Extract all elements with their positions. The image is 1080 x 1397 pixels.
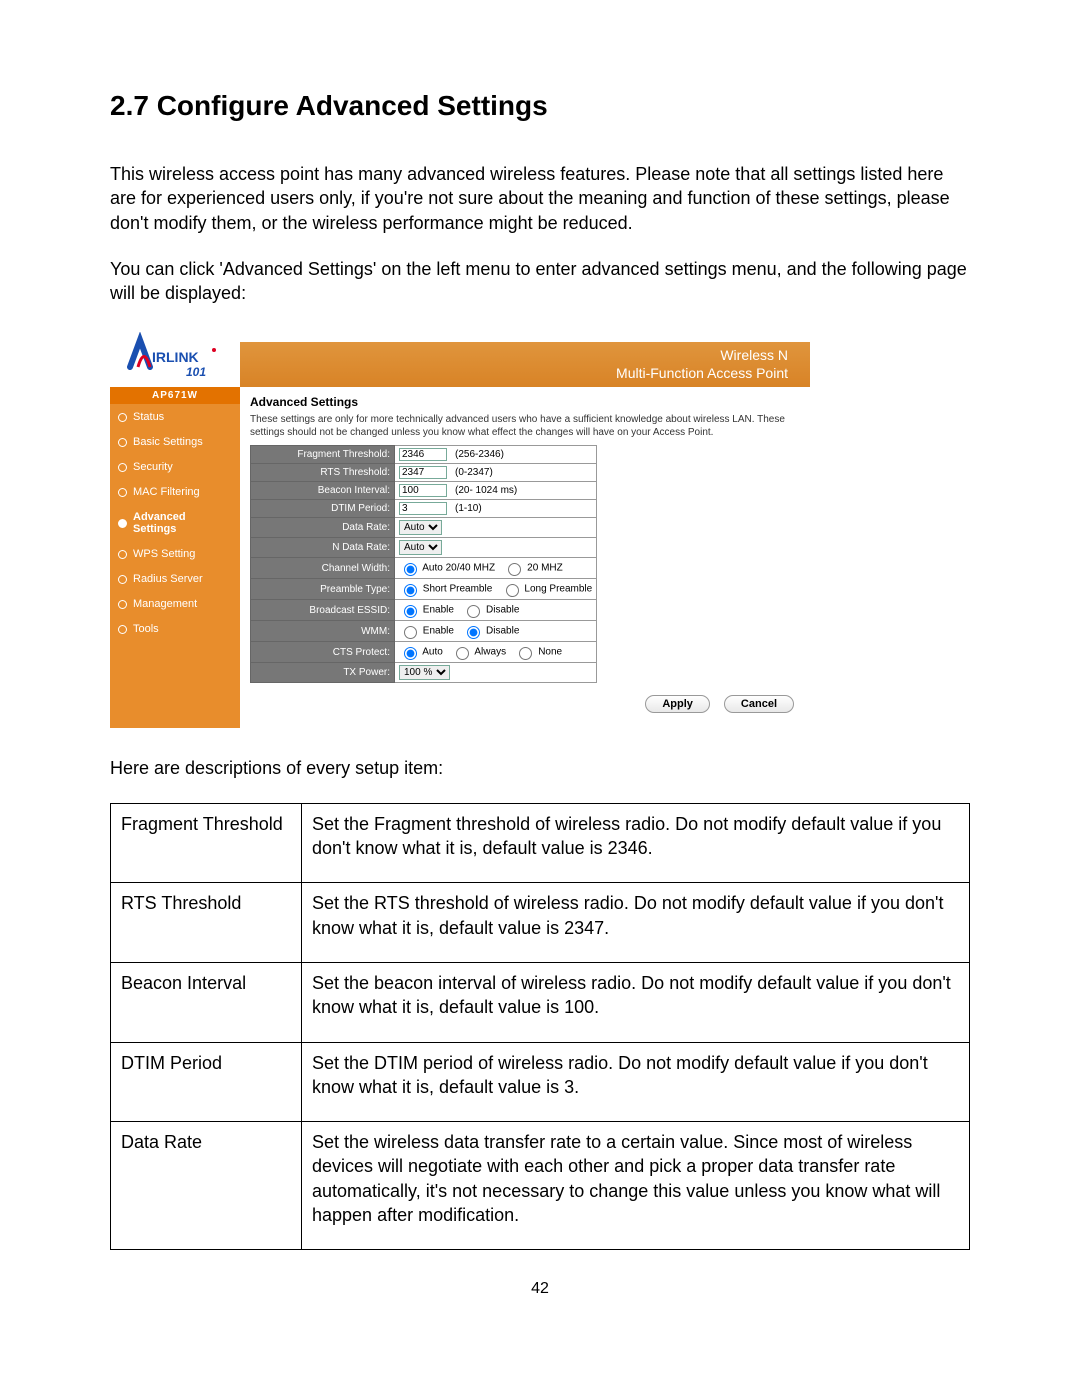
beacon-interval-hint: (20- 1024 ms) (455, 485, 517, 496)
sidebar-item-basic-settings[interactable]: Basic Settings (110, 429, 240, 454)
cts-none-radio[interactable] (519, 647, 532, 660)
desc-item-text: Set the RTS threshold of wireless radio.… (302, 883, 970, 963)
broadcast-essid-disable-radio[interactable] (467, 605, 480, 618)
tx-power-select[interactable]: 100 % (399, 665, 450, 680)
dtim-period-input[interactable] (399, 502, 447, 515)
header-line1: Wireless N (616, 346, 788, 364)
table-row: RTS Threshold Set the RTS threshold of w… (111, 883, 970, 963)
data-rate-select[interactable]: Auto (399, 520, 442, 535)
preamble-long-radio[interactable] (506, 584, 519, 597)
svg-text:IRLINK: IRLINK (152, 349, 199, 365)
rts-threshold-hint: (0-2347) (455, 467, 493, 478)
beacon-interval-label: Beacon Interval: (251, 482, 395, 500)
table-row: DTIM Period Set the DTIM period of wirel… (111, 1042, 970, 1122)
table-row: Data Rate Set the wireless data transfer… (111, 1122, 970, 1250)
model-label: AP671W (110, 387, 240, 404)
broadcast-essid-label: Broadcast ESSID: (251, 600, 395, 621)
broadcast-essid-enable-radio[interactable] (404, 605, 417, 618)
section-heading: 2.7 Configure Advanced Settings (110, 90, 970, 122)
sidebar-item-mac-filtering[interactable]: MAC Filtering (110, 479, 240, 504)
sidebar: AP671W Status Basic Settings Security MA… (110, 387, 240, 728)
intro-paragraph-2: You can click 'Advanced Settings' on the… (110, 257, 970, 306)
desc-item-name: Beacon Interval (111, 962, 302, 1042)
brand-logo: IRLINK 101 (110, 327, 240, 387)
table-row: Beacon Interval Set the beacon interval … (111, 962, 970, 1042)
preamble-short-radio[interactable] (404, 584, 417, 597)
sidebar-item-wps-setting[interactable]: WPS Setting (110, 541, 240, 566)
channel-width-label: Channel Width: (251, 558, 395, 579)
n-data-rate-select[interactable]: Auto (399, 540, 442, 555)
description-table: Fragment Threshold Set the Fragment thre… (110, 803, 970, 1251)
dtim-period-hint: (1-10) (455, 503, 482, 514)
wmm-label: WMM: (251, 621, 395, 642)
desc-item-text: Set the wireless data transfer rate to a… (302, 1122, 970, 1250)
channel-width-20-radio[interactable] (508, 563, 521, 576)
fragment-threshold-hint: (256-2346) (455, 449, 504, 460)
sidebar-item-advanced-settings[interactable]: Advanced Settings (110, 504, 240, 541)
svg-text:101: 101 (186, 365, 206, 379)
n-data-rate-label: N Data Rate: (251, 538, 395, 558)
desc-item-name: RTS Threshold (111, 883, 302, 963)
channel-width-auto-radio[interactable] (404, 563, 417, 576)
panel-heading: Advanced Settings (250, 395, 800, 409)
desc-item-text: Set the beacon interval of wireless radi… (302, 962, 970, 1042)
rts-threshold-label: RTS Threshold: (251, 464, 395, 482)
cts-always-radio[interactable] (456, 647, 469, 660)
wmm-disable-radio[interactable] (467, 626, 480, 639)
intro-paragraph-1: This wireless access point has many adva… (110, 162, 970, 235)
sidebar-item-tools[interactable]: Tools (110, 616, 240, 641)
sidebar-item-management[interactable]: Management (110, 591, 240, 616)
table-intro: Here are descriptions of every setup ite… (110, 756, 970, 780)
data-rate-label: Data Rate: (251, 518, 395, 538)
tx-power-label: TX Power: (251, 663, 395, 683)
wmm-enable-radio[interactable] (404, 626, 417, 639)
sidebar-item-status[interactable]: Status (110, 404, 240, 429)
settings-form: Fragment Threshold: (256-2346) RTS Thres… (250, 445, 597, 683)
panel-description: These settings are only for more technic… (250, 413, 800, 439)
sidebar-item-security[interactable]: Security (110, 454, 240, 479)
cts-protect-label: CTS Protect: (251, 642, 395, 663)
beacon-interval-input[interactable] (399, 484, 447, 497)
desc-item-text: Set the DTIM period of wireless radio. D… (302, 1042, 970, 1122)
dtim-period-label: DTIM Period: (251, 500, 395, 518)
fragment-threshold-label: Fragment Threshold: (251, 446, 395, 464)
router-screenshot: IRLINK 101 Wireless N Multi-Function Acc… (110, 327, 810, 728)
cancel-button[interactable]: Cancel (724, 695, 794, 713)
preamble-type-label: Preamble Type: (251, 579, 395, 600)
header-line2: Multi-Function Access Point (616, 364, 788, 382)
page-number: 42 (110, 1280, 970, 1298)
desc-item-name: Data Rate (111, 1122, 302, 1250)
apply-button[interactable]: Apply (645, 695, 710, 713)
desc-item-name: Fragment Threshold (111, 803, 302, 883)
cts-auto-radio[interactable] (404, 647, 417, 660)
desc-item-text: Set the Fragment threshold of wireless r… (302, 803, 970, 883)
table-row: Fragment Threshold Set the Fragment thre… (111, 803, 970, 883)
fragment-threshold-input[interactable] (399, 448, 447, 461)
rts-threshold-input[interactable] (399, 466, 447, 479)
desc-item-name: DTIM Period (111, 1042, 302, 1122)
sidebar-item-radius-server[interactable]: Radius Server (110, 566, 240, 591)
